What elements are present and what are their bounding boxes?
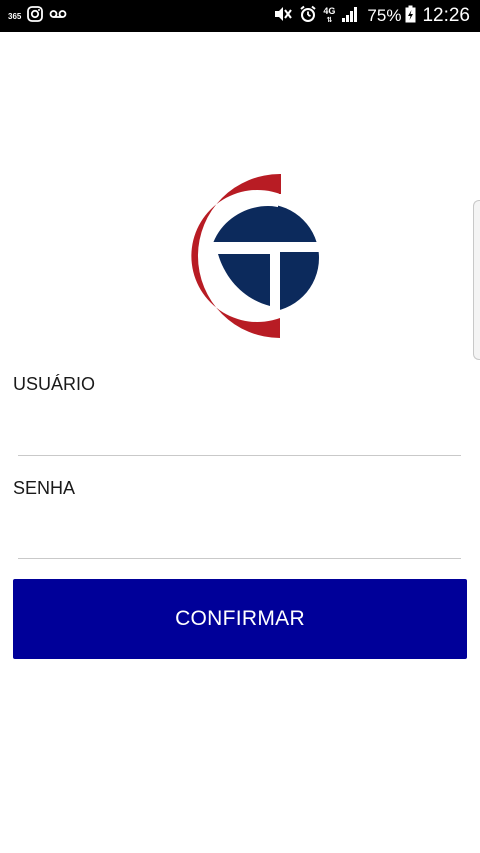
password-input[interactable]: [18, 525, 461, 559]
network-type: 4G ⇅: [323, 6, 336, 25]
username-label: USUÁRIO: [13, 374, 96, 394]
status-right: 4G ⇅ 75% 12:26: [273, 5, 470, 27]
edge-panel-handle[interactable]: [473, 200, 480, 360]
status-bar: 365 4G ⇅ 75% 12:26: [0, 0, 480, 32]
voicemail-icon: [49, 7, 67, 25]
app-badge: 365: [8, 11, 22, 21]
alarm-icon: [299, 5, 317, 28]
clock: 12:26: [422, 5, 470, 26]
battery-charging-icon: [405, 5, 416, 28]
status-left: 365: [8, 5, 73, 27]
company-logo: [150, 166, 320, 346]
mute-vibrate-icon: [273, 5, 293, 28]
signal-icon: [341, 5, 359, 28]
password-label: SENHA: [13, 478, 76, 498]
instagram-icon: [27, 5, 44, 27]
battery-percent: 75%: [367, 6, 402, 25]
confirm-button[interactable]: CONFIRMAR: [13, 579, 467, 659]
username-input[interactable]: [18, 422, 461, 456]
